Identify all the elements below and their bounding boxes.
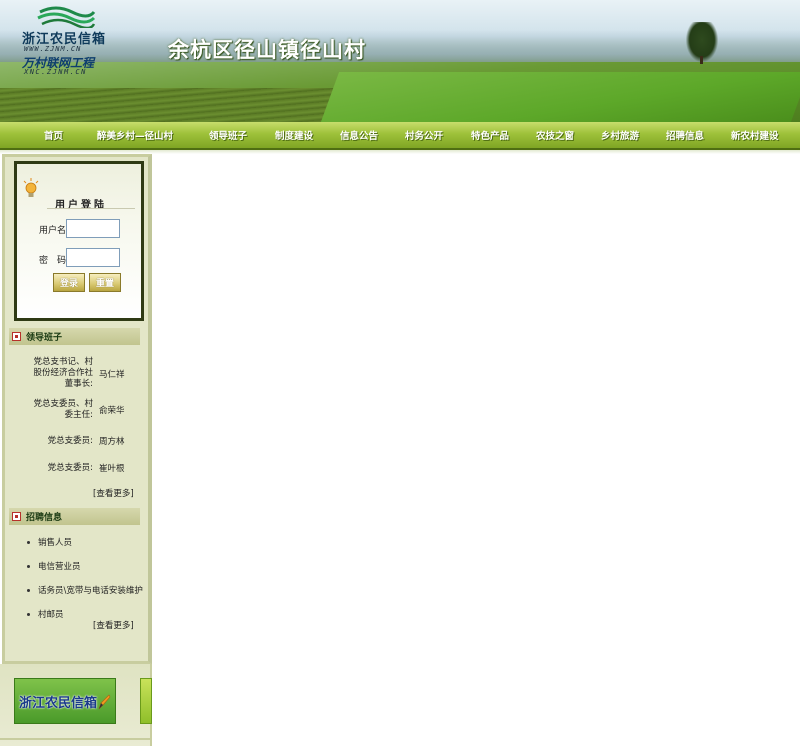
login-divider: [47, 208, 135, 209]
job-list-item[interactable]: 村邮员: [27, 608, 64, 620]
password-field[interactable]: [66, 248, 120, 267]
nav-item-agritech[interactable]: 农技之窗: [536, 128, 574, 142]
jobs-more-link[interactable]: [查看更多]: [93, 619, 134, 631]
bullet-dot-icon: [27, 564, 30, 568]
banner-field-bright: [320, 72, 800, 122]
jobs-heading: 招聘信息: [26, 513, 63, 523]
leader-role: 党总支委员、村委主任:: [33, 399, 93, 420]
leaders-more-link[interactable]: [查看更多]: [93, 487, 134, 499]
reset-button[interactable]: 重置: [89, 273, 121, 292]
secondary-banner[interactable]: [140, 678, 152, 724]
nav-item-jobs[interactable]: 招聘信息: [666, 128, 704, 142]
site-logo[interactable]: 浙江农民信箱 WWW.ZJNM.CN 万村联网工程 XNC.ZJNM.CN: [14, 6, 132, 76]
job-title: 村邮员: [38, 610, 64, 620]
nav-item-newvillage[interactable]: 新农村建设: [731, 128, 779, 142]
nav-item-products[interactable]: 特色产品: [471, 128, 509, 142]
leader-name[interactable]: 俞荣华: [93, 404, 125, 416]
username-field[interactable]: [66, 219, 120, 238]
leaders-heading: 领导班子: [26, 333, 63, 343]
jobs-section-header[interactable]: 招聘信息: [9, 508, 140, 525]
lightbulb-icon: [23, 178, 39, 197]
leader-role: 党总支委员:: [47, 462, 93, 473]
username-label: 用户名:: [39, 226, 70, 236]
nav-item-notices[interactable]: 信息公告: [340, 128, 378, 142]
job-title: 电信营业员: [38, 562, 81, 572]
wave-logo-icon: [37, 6, 96, 28]
bullet-dot-icon: [27, 588, 30, 592]
village-title: 余杭区径山镇径山村: [168, 37, 366, 62]
leaders-section-header[interactable]: 领导班子: [9, 328, 140, 345]
job-title: 销售人员: [38, 538, 73, 548]
nav-item-village[interactable]: 醉美乡村—径山村: [97, 128, 173, 142]
leader-row: 党总支委员: 崔叶根: [27, 462, 147, 475]
nav-item-home[interactable]: 首页: [44, 128, 63, 142]
bullet-dot-icon: [27, 612, 30, 616]
mailbox-strip: 浙江农民信箱: [0, 664, 152, 746]
bottom-divider: [0, 738, 152, 740]
nav-item-leaders[interactable]: 领导班子: [209, 128, 247, 142]
mailbox-banner[interactable]: 浙江农民信箱: [14, 678, 116, 724]
leader-name[interactable]: 周方林: [93, 435, 125, 447]
red-square-bullet-icon: [12, 512, 21, 521]
sidebar: 用户登陆 用户名: 密 码: 登录 重置 领导班子 党总支书记、村股份经济合作社…: [2, 154, 152, 664]
leader-name[interactable]: 崔叶根: [93, 462, 125, 474]
banner-tree-trunk: [700, 56, 703, 64]
header-banner: 浙江农民信箱 WWW.ZJNM.CN 万村联网工程 XNC.ZJNM.CN 余杭…: [0, 0, 800, 122]
job-list-item[interactable]: 销售人员: [27, 536, 72, 548]
nav-item-rules[interactable]: 制度建设: [275, 128, 313, 142]
logo-project-url: XNC.ZJNM.CN: [24, 68, 87, 76]
banner-field-stripes: [0, 88, 360, 122]
nav-item-affairs[interactable]: 村务公开: [405, 128, 443, 142]
job-title: 话务员\宽带与电话安装维护: [38, 586, 143, 596]
logo-url: WWW.ZJNM.CN: [24, 45, 82, 53]
login-panel-inner: 用户登陆 用户名: 密 码: 登录 重置: [17, 164, 141, 318]
login-button[interactable]: 登录: [53, 273, 85, 292]
main-nav: 首页 醉美乡村—径山村 领导班子 制度建设 信息公告 村务公开 特色产品 农技之…: [0, 122, 800, 150]
red-square-bullet-icon: [12, 332, 21, 341]
nav-item-tourism[interactable]: 乡村旅游: [601, 128, 639, 142]
leader-row: 党总支委员、村委主任: 俞荣华: [27, 399, 147, 421]
leader-role: 党总支书记、村股份经济合作社董事长:: [33, 357, 93, 389]
job-list-item[interactable]: 话务员\宽带与电话安装维护: [27, 584, 143, 596]
login-panel: 用户登陆 用户名: 密 码: 登录 重置: [14, 161, 144, 321]
pen-icon: [98, 694, 111, 710]
job-list-item[interactable]: 电信营业员: [27, 560, 81, 572]
leader-row: 党总支委员: 周方林: [27, 435, 147, 448]
leader-role: 党总支委员:: [47, 435, 93, 446]
leader-name[interactable]: 马仁祥: [93, 368, 125, 380]
bullet-dot-icon: [27, 540, 30, 544]
mailbox-label: 浙江农民信箱: [19, 695, 98, 711]
password-label: 密 码:: [39, 256, 70, 266]
leader-row: 党总支书记、村股份经济合作社董事长: 马仁祥: [27, 357, 147, 390]
